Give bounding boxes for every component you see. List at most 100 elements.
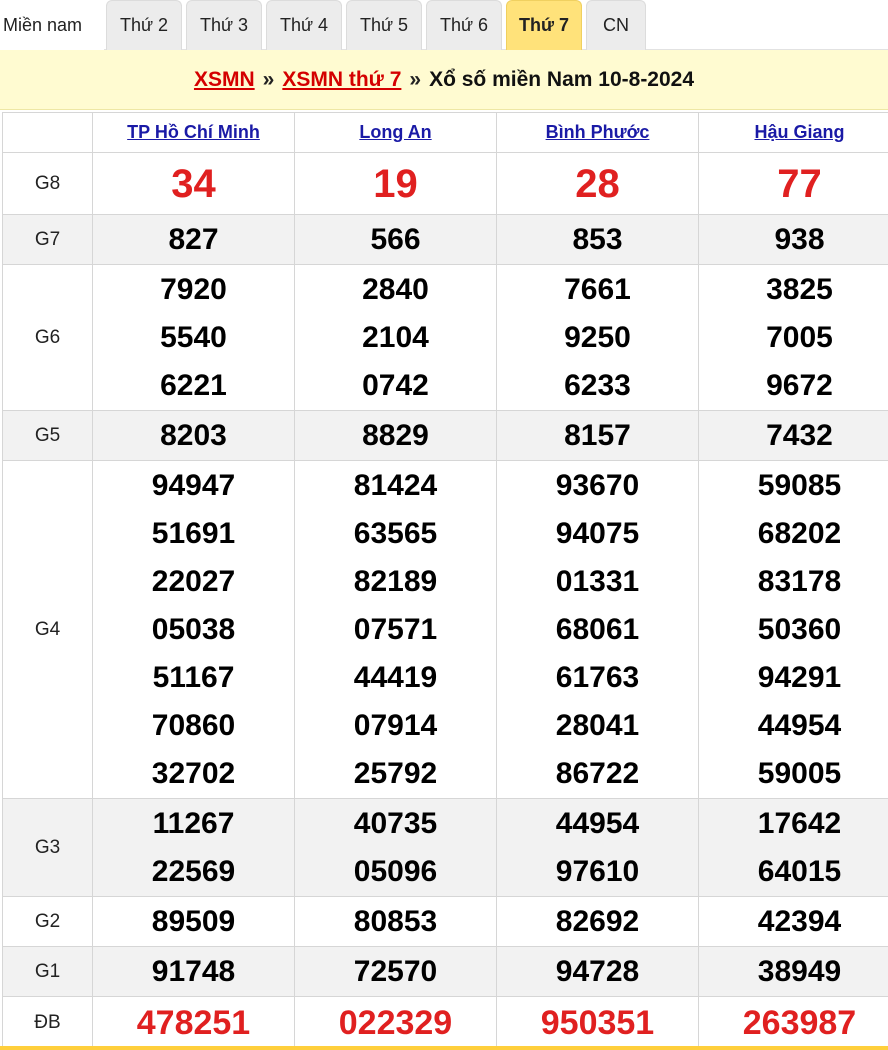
prize-number: 263987: [742, 1003, 857, 1042]
prize-cell: 72570: [294, 946, 497, 997]
tab-thu-3[interactable]: Thứ 3: [186, 0, 262, 50]
prize-cell: 91748: [92, 946, 295, 997]
prize-number: 93670: [555, 468, 640, 502]
prize-number: 77: [777, 161, 822, 206]
prize-number: 9672: [766, 368, 833, 402]
province-link[interactable]: Hậu Giang: [754, 122, 844, 142]
tab-thu-7[interactable]: Thứ 7: [506, 0, 582, 50]
prize-label: G8: [2, 152, 93, 215]
tab-label: Miền nam: [3, 15, 83, 35]
prize-number: 80853: [353, 904, 438, 938]
prize-label: G5: [2, 410, 93, 461]
prize-number: 68061: [555, 612, 640, 646]
prize-number: 17642: [757, 806, 842, 840]
prize-row: G7 827 566 853 938: [2, 214, 888, 265]
prize-number: 07571: [353, 612, 438, 646]
prize-number: 0742: [362, 368, 429, 402]
prize-cell: 8157: [496, 410, 699, 461]
prize-row: G8 34 19 28 77: [2, 152, 888, 215]
prize-number: 478251: [136, 1003, 251, 1042]
prize-number: 950351: [540, 1003, 655, 1042]
prize-cell: 950351: [496, 996, 699, 1049]
breadcrumb-separator: »: [262, 67, 275, 91]
prize-label: G7: [2, 214, 93, 265]
prize-number: 94075: [555, 516, 640, 550]
prize-number: 8157: [564, 418, 631, 452]
prize-cell: 566: [294, 214, 497, 265]
prize-number: 566: [370, 222, 421, 256]
tab-label: Thứ 7: [518, 15, 570, 35]
breadcrumb: XSMN » XSMN thứ 7 » Xổ số miền Nam 10-8-…: [0, 50, 888, 110]
tab-label: Thứ 3: [199, 15, 249, 35]
prize-cell: 827: [92, 214, 295, 265]
tab-thu-2[interactable]: Thứ 2: [106, 0, 182, 50]
breadcrumb-link-xsmn[interactable]: XSMN: [194, 68, 255, 92]
breadcrumb-link-xsmn-thu-7[interactable]: XSMN thứ 7: [282, 68, 401, 92]
province-link[interactable]: TP Hồ Chí Minh: [127, 122, 260, 142]
prize-cell: 19: [294, 152, 497, 215]
prize-number: 9250: [564, 320, 631, 354]
prize-number: 72570: [353, 954, 438, 988]
results-table: TP Hồ Chí Minh Long An Bình Phước Hậu Gi…: [2, 112, 888, 1049]
prize-number: 44419: [353, 660, 438, 694]
prize-number: 59005: [757, 756, 842, 790]
prize-number: 63565: [353, 516, 438, 550]
prize-row: G5 8203 8829 8157 7432: [2, 410, 888, 461]
tab-thu-5[interactable]: Thứ 5: [346, 0, 422, 50]
province-link[interactable]: Long An: [359, 122, 431, 142]
prize-cell: 8203: [92, 410, 295, 461]
prize-number: 44954: [555, 806, 640, 840]
prize-cell: 7920 5540 6221: [92, 264, 295, 411]
prize-cell: 28: [496, 152, 699, 215]
page-title: Xổ số miền Nam 10-8-2024: [429, 67, 695, 91]
prize-label: G2: [2, 896, 93, 947]
prize-cell: 17642 64015: [698, 798, 888, 897]
prize-number: 91748: [151, 954, 236, 988]
prize-number: 89509: [151, 904, 236, 938]
prize-number: 94291: [757, 660, 842, 694]
prize-row: G4 94947 51691 22027 05038 51167 70860 32702 814…: [2, 460, 888, 799]
prize-cell: 38949: [698, 946, 888, 997]
prize-number: 25792: [353, 756, 438, 790]
prize-cell: 89509: [92, 896, 295, 947]
tab-label: Thứ 6: [439, 15, 489, 35]
prize-number: 7661: [564, 272, 631, 306]
province-header: Long An: [294, 112, 497, 153]
prize-number: 6221: [160, 368, 227, 402]
prize-cell: 94947 51691 22027 05038 51167 70860 32702: [92, 460, 295, 799]
prize-number: 32702: [151, 756, 236, 790]
prize-cell: 77: [698, 152, 888, 215]
prize-number: 70860: [151, 708, 236, 742]
tab-thu-6[interactable]: Thứ 6: [426, 0, 502, 50]
prize-cell: 478251: [92, 996, 295, 1049]
header-row: TP Hồ Chí Minh Long An Bình Phước Hậu Gi…: [2, 112, 888, 153]
province-link[interactable]: Bình Phước: [546, 122, 650, 142]
prize-number: 97610: [555, 854, 640, 888]
breadcrumb-separator: »: [409, 67, 422, 91]
prize-number: 83178: [757, 564, 842, 598]
prize-row: G6 7920 5540 6221 2840 2104 0742 7661 9250 6233 38…: [2, 264, 888, 411]
tab-label: Thứ 2: [119, 15, 169, 35]
prize-number: 50360: [757, 612, 842, 646]
prize-number: 86722: [555, 756, 640, 790]
prize-number: 64015: [757, 854, 842, 888]
prize-row: G2 89509 80853 82692 42394: [2, 896, 888, 947]
tab-mien-nam[interactable]: Miền nam: [0, 0, 104, 50]
tab-thu-4[interactable]: Thứ 4: [266, 0, 342, 50]
prize-label: G4: [2, 460, 93, 799]
tab-label: Thứ 4: [279, 15, 329, 35]
prize-cell: 7432: [698, 410, 888, 461]
prize-number: 827: [168, 222, 219, 256]
prize-cell: 2840 2104 0742: [294, 264, 497, 411]
prize-number: 82692: [555, 904, 640, 938]
prize-number: 2104: [362, 320, 429, 354]
province-header: Hậu Giang: [698, 112, 888, 153]
prize-number: 01331: [555, 564, 640, 598]
prize-number: 51691: [151, 516, 236, 550]
prize-number: 5540: [160, 320, 227, 354]
prize-cell: 44954 97610: [496, 798, 699, 897]
prize-number: 61763: [555, 660, 640, 694]
tab-cn[interactable]: CN: [586, 0, 646, 50]
header-empty-cell: [2, 112, 93, 153]
prize-number: 94728: [555, 954, 640, 988]
